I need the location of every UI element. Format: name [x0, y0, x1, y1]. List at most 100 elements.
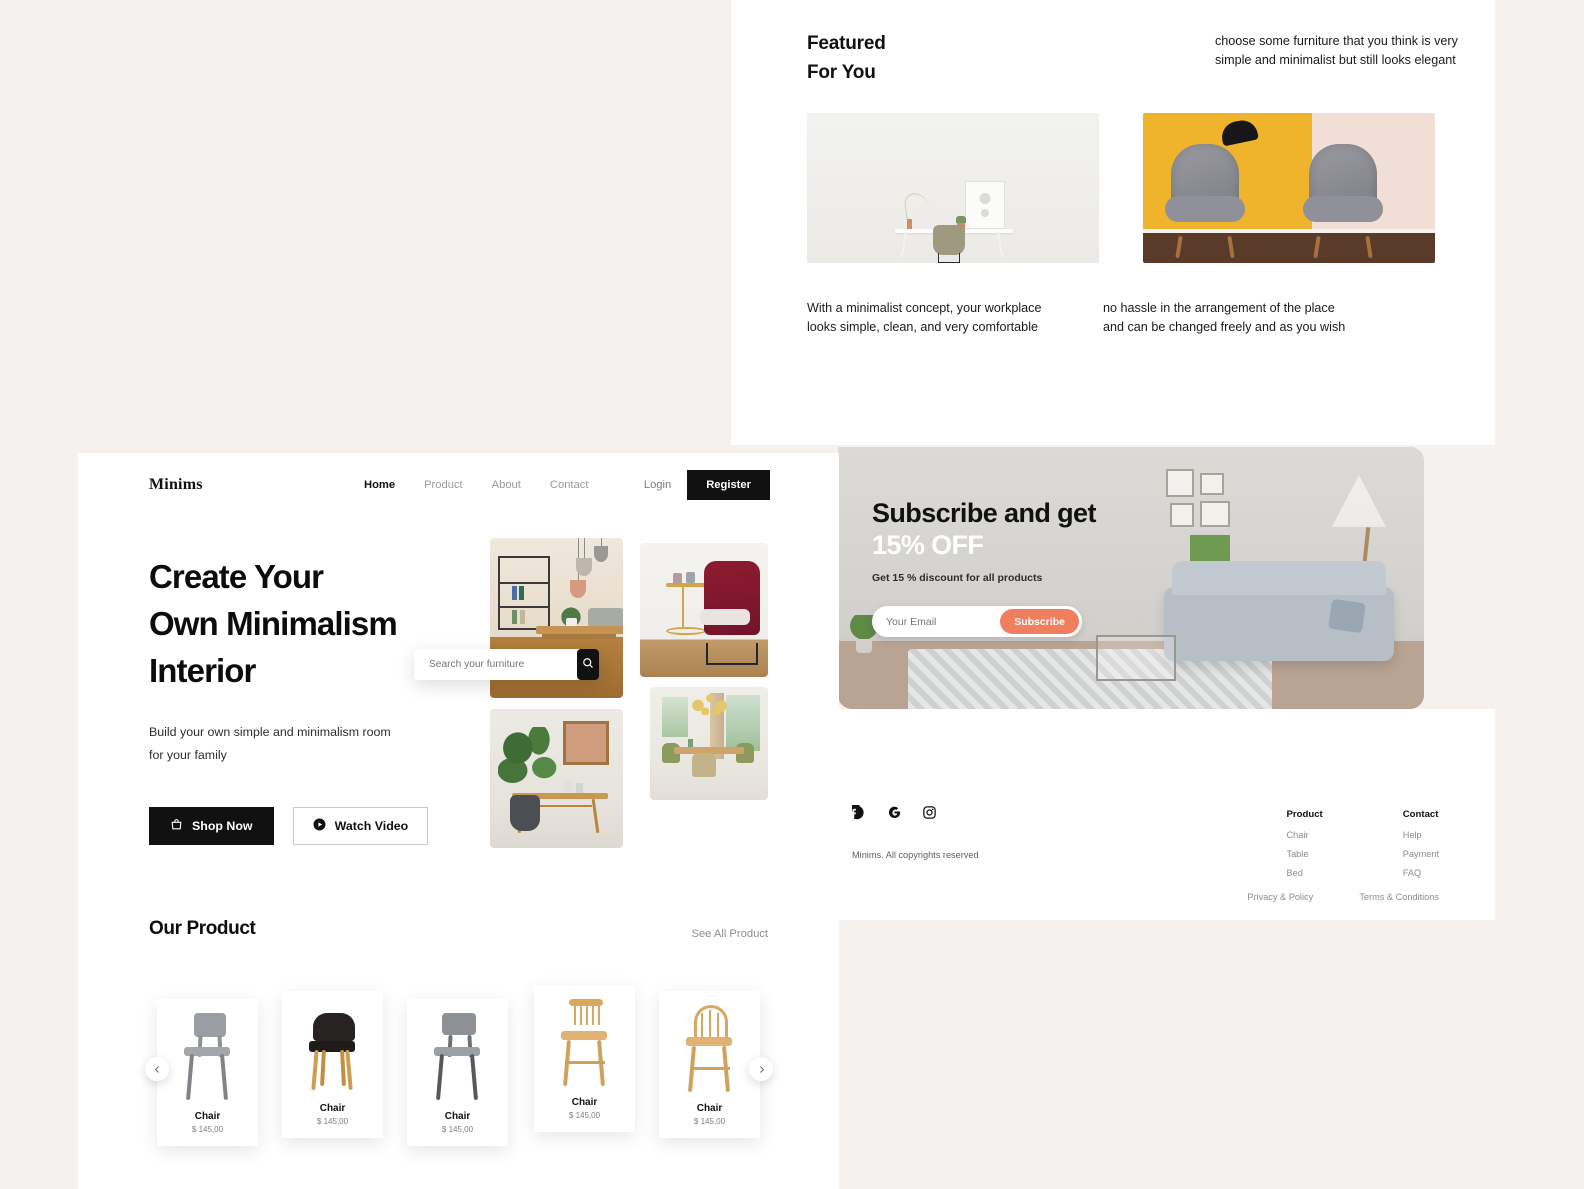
nav-links: Home Product About Contact [364, 479, 588, 491]
search-icon [582, 657, 594, 672]
email-field[interactable] [886, 615, 996, 628]
landing-page-panel: Minims Home Product About Contact Login … [78, 453, 839, 1189]
product-section-header: Our Product See All Product [149, 918, 768, 940]
footer-panel: Minims. All copyrights reserved Product … [838, 709, 1495, 920]
facebook-icon[interactable] [852, 805, 867, 820]
hero-heading-line2: Own Minimalism [149, 604, 398, 642]
watch-video-label: Watch Video [334, 819, 409, 834]
search-input[interactable] [414, 659, 577, 670]
nav-item-home[interactable]: Home [364, 479, 395, 491]
terms-conditions-link[interactable]: Terms & Conditions [1359, 892, 1439, 902]
search-button[interactable] [577, 649, 599, 680]
featured-header: Featured For You choose some furniture t… [807, 30, 1467, 88]
hero-image-red-armchair [640, 543, 768, 677]
featured-caption-0: With a minimalist concept, your workplac… [807, 300, 1042, 334]
subscribe-subtext: Get 15 % discount for all products [872, 572, 1043, 585]
search-bar [414, 649, 599, 680]
watch-video-button[interactable]: Watch Video [292, 807, 429, 846]
cushion-graphic [1328, 598, 1366, 634]
featured-captions: With a minimalist concept, your workplac… [807, 299, 1467, 337]
nav-item-about[interactable]: About [492, 479, 521, 491]
product-card[interactable]: Chair $ 145,00 [659, 991, 760, 1138]
footer-link-faq[interactable]: FAQ [1403, 868, 1439, 878]
featured-description: choose some furniture that you think is … [1215, 34, 1458, 68]
product-name: Chair [571, 1097, 598, 1108]
product-price: $ 145,00 [568, 1111, 601, 1120]
nav-auth-group: Login Register [644, 470, 770, 500]
hero-heading: Create Your Own Minimalism Interior [149, 554, 449, 695]
footer-column-heading: Contact [1402, 809, 1439, 820]
featured-section: Featured For You choose some furniture t… [807, 30, 1467, 337]
hero-image-dining-chandelier [650, 687, 768, 800]
google-icon[interactable] [887, 805, 902, 820]
featured-image-row [807, 112, 1467, 263]
subscribe-button[interactable]: Subscribe [1000, 609, 1079, 635]
hero-content: Create Your Own Minimalism Interior Buil… [149, 554, 449, 846]
subscribe-content: Subscribe and get 15% OFF Get 15 % disco… [872, 498, 1172, 638]
footer-link-table[interactable]: Table [1286, 849, 1322, 859]
featured-title: Featured For You [807, 30, 1107, 88]
footer-legal-links: Privacy & Policy Terms & Conditions [1247, 892, 1439, 902]
subscribe-heading-discount: 15% OFF [872, 529, 984, 560]
page-canvas: Featured For You choose some furniture t… [0, 0, 1584, 1189]
privacy-policy-link[interactable]: Privacy & Policy [1247, 892, 1324, 902]
product-card[interactable]: Chair $ 145,00 [282, 991, 383, 1138]
product-price: $ 145,00 [441, 1125, 474, 1134]
product-price: $ 145,00 [191, 1125, 224, 1134]
product-card[interactable]: Chair $ 145,00 [157, 999, 258, 1146]
navbar: Minims Home Product About Contact Login … [78, 453, 839, 517]
product-name: Chair [319, 1103, 346, 1114]
product-image-wood-slat-back [534, 985, 635, 1093]
featured-title-line2: For You [807, 61, 876, 83]
product-card[interactable]: Chair $ 145,00 [534, 985, 635, 1132]
footer-link-bed[interactable]: Bed [1286, 868, 1322, 878]
shop-now-button[interactable]: Shop Now [149, 807, 274, 846]
footer-link-chair[interactable]: Chair [1286, 830, 1322, 840]
product-image-wood-hoop-back [659, 991, 760, 1099]
hero-image-collage [490, 538, 778, 848]
carousel-next-button[interactable] [749, 1057, 773, 1081]
product-image-grey-modern [157, 999, 258, 1107]
featured-image-grey-armchairs [1143, 112, 1435, 263]
product-price: $ 145,00 [316, 1117, 349, 1126]
footer-link-help[interactable]: Help [1403, 830, 1439, 840]
nav-item-contact[interactable]: Contact [550, 479, 589, 491]
product-image-black-wood-armchair [282, 991, 383, 1099]
carousel-prev-button[interactable] [145, 1057, 169, 1081]
subscribe-banner: Subscribe and get 15% OFF Get 15 % disco… [838, 447, 1424, 709]
featured-title-line1: Featured [807, 33, 886, 54]
footer-link-columns: Product Chair Table Bed Contact Help Pay… [1286, 809, 1439, 887]
product-image-grey-slim [407, 999, 508, 1107]
see-all-product-link[interactable]: See All Product [692, 928, 769, 940]
featured-panel: Featured For You choose some furniture t… [731, 0, 1495, 445]
hero-paragraph: Build your own simple and minimalism roo… [149, 724, 391, 762]
footer-link-payment[interactable]: Payment [1403, 849, 1439, 859]
instagram-icon[interactable] [922, 805, 937, 820]
chevron-right-icon [757, 1062, 766, 1077]
register-button[interactable]: Register [687, 470, 770, 500]
coffee-table-graphic [1095, 635, 1176, 681]
subscribe-heading-primary: Subscribe and get [872, 498, 1096, 528]
hero-heading-line1: Create Your [149, 558, 324, 595]
product-price: $ 145,00 [693, 1117, 726, 1126]
play-circle-icon [313, 818, 326, 834]
product-name: Chair [194, 1111, 221, 1122]
featured-caption-1: no hassle in the arrangement of the plac… [1103, 300, 1346, 334]
footer-column-product: Product Chair Table Bed [1286, 809, 1322, 887]
hero-image-plant-console [490, 709, 623, 848]
bag-icon [170, 818, 183, 834]
product-name: Chair [696, 1103, 723, 1114]
hero-actions: Shop Now Watch Video [149, 807, 449, 846]
product-carousel: Chair $ 145,00 Chair $ 145,00 Chair $ 14… [145, 977, 789, 1167]
footer-column-heading: Product [1286, 809, 1323, 820]
page-title: Our Product [149, 918, 256, 939]
product-name: Chair [444, 1111, 471, 1122]
hero-heading-line3: Interior [149, 651, 256, 689]
login-link[interactable]: Login [644, 479, 671, 491]
shop-now-label: Shop Now [192, 819, 253, 834]
nav-item-product[interactable]: Product [424, 479, 463, 491]
brand-logo[interactable]: Minims [149, 476, 203, 494]
product-card[interactable]: Chair $ 145,00 [407, 999, 508, 1146]
featured-image-white-desk [807, 112, 1099, 263]
wall-art-frames-icon [1166, 469, 1266, 535]
